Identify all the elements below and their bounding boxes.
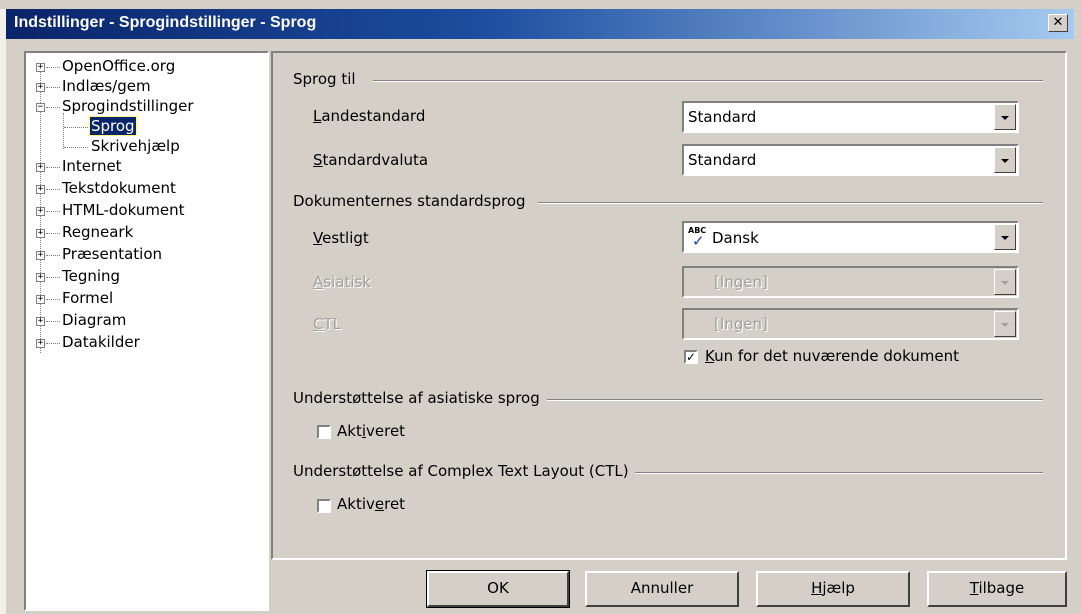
- cancel-button[interactable]: Annuller: [585, 571, 739, 607]
- locale-label: Landestandard: [313, 107, 426, 125]
- group-title-ctl-support: Understøttelse af Complex Text Layout (C…: [293, 462, 635, 480]
- tree-item-label: HTML-dokument: [62, 201, 185, 219]
- tree-item-label: Tekstdokument: [62, 179, 176, 197]
- close-button[interactable]: ✕: [1048, 14, 1068, 32]
- tree-item-label: Diagram: [62, 311, 127, 329]
- tree-connector: [46, 107, 60, 108]
- tree-item-label: Regneark: [62, 223, 134, 241]
- tree-item-label: OpenOffice.org: [62, 57, 176, 75]
- chevron-down-icon[interactable]: [994, 104, 1016, 130]
- tree-connector: [46, 321, 60, 322]
- ctl-language-select: [Ingen]: [682, 308, 1019, 340]
- expand-icon[interactable]: +: [36, 339, 45, 348]
- expand-icon[interactable]: +: [36, 273, 45, 282]
- expand-icon[interactable]: +: [36, 207, 45, 216]
- tree-connector: [46, 211, 60, 212]
- locale-select[interactable]: Standard: [682, 101, 1019, 133]
- spellcheck-abc-icon: ABC ✓: [688, 226, 707, 250]
- currency-value: Standard: [688, 151, 757, 169]
- tree-connector: [46, 189, 60, 190]
- group-title-default-languages: Dokumenternes standardsprog: [293, 192, 532, 210]
- tree-item-label: Indlæs/gem: [62, 77, 151, 95]
- ctl-value: [Ingen]: [714, 315, 768, 333]
- title-bar[interactable]: Indstillinger - Sprogindstillinger - Spr…: [6, 9, 1074, 39]
- group-separator: [538, 202, 1043, 204]
- group-title-asian-support: Understøttelse af asiatiske sprog: [293, 389, 546, 407]
- help-button[interactable]: Hjælp: [756, 571, 910, 607]
- tree-item-label: Sprog: [89, 116, 137, 136]
- tree-item-label: Tegning: [62, 267, 121, 285]
- tree-connector: [46, 299, 60, 300]
- expand-icon[interactable]: +: [36, 295, 45, 304]
- tree-connector: [46, 277, 60, 278]
- tree-connector: [46, 67, 60, 68]
- tree-connector: [46, 167, 60, 168]
- window-title: Indstillinger - Sprogindstillinger - Spr…: [14, 14, 317, 31]
- tree-connector: [46, 343, 60, 344]
- asian-label: Asiatisk: [313, 273, 371, 291]
- tree-connector: [64, 127, 88, 128]
- ctl-enabled-label[interactable]: Aktiveret: [337, 495, 405, 513]
- ok-button[interactable]: OK: [426, 570, 570, 608]
- group-separator: [635, 472, 1043, 474]
- asian-language-select: [Ingen]: [682, 266, 1019, 298]
- collapse-icon[interactable]: −: [36, 103, 45, 112]
- current-document-only-checkbox[interactable]: ✓: [684, 350, 698, 364]
- chevron-down-icon[interactable]: [994, 224, 1016, 250]
- settings-panel: Sprog til Landestandard Standard Standar…: [271, 51, 1067, 560]
- close-icon: ✕: [1052, 15, 1064, 30]
- western-language-select[interactable]: ABC ✓ Dansk: [682, 221, 1019, 253]
- currency-select[interactable]: Standard: [682, 144, 1019, 176]
- group-separator: [547, 399, 1043, 401]
- tree-item-label: Internet: [62, 157, 122, 175]
- expand-icon[interactable]: +: [36, 251, 45, 260]
- asian-value: [Ingen]: [714, 273, 768, 291]
- tree-connector: [46, 233, 60, 234]
- ctl-label: CTL: [313, 315, 342, 333]
- expand-icon[interactable]: +: [36, 63, 45, 72]
- expand-icon[interactable]: +: [36, 163, 45, 172]
- chevron-down-icon: [994, 311, 1016, 337]
- expand-icon[interactable]: +: [36, 185, 45, 194]
- asian-enabled-checkbox[interactable]: [317, 425, 331, 439]
- group-title-language-for: Sprog til: [293, 70, 362, 88]
- tree-item-label: Datakilder: [62, 333, 140, 351]
- expand-icon[interactable]: +: [36, 317, 45, 326]
- tree-item-label: Formel: [62, 289, 114, 307]
- asian-enabled-label[interactable]: Aktiveret: [337, 422, 405, 440]
- ctl-enabled-checkbox[interactable]: [317, 499, 331, 513]
- tree-connector: [64, 147, 88, 148]
- tree-item-label: Skrivehjælp: [91, 137, 180, 155]
- tree-connector: [46, 87, 60, 88]
- chevron-down-icon[interactable]: [994, 147, 1016, 173]
- expand-icon[interactable]: +: [36, 83, 45, 92]
- current-document-only-label[interactable]: Kun for det nuværende dokument: [705, 347, 959, 365]
- tree-connector: [63, 113, 64, 149]
- tree-item-label: Sprogindstillinger: [62, 97, 194, 115]
- western-label: Vestligt: [313, 229, 369, 247]
- tree-connector: [46, 255, 60, 256]
- group-separator: [373, 80, 1043, 82]
- locale-value: Standard: [688, 108, 757, 126]
- window-edge: [0, 9, 6, 614]
- currency-label: Standardvaluta: [313, 151, 429, 169]
- expand-icon[interactable]: +: [36, 229, 45, 238]
- western-value-wrap: ABC ✓ Dansk: [688, 226, 759, 250]
- western-value: Dansk: [712, 229, 759, 247]
- options-tree[interactable]: + OpenOffice.org + Indlæs/gem − Sprogind…: [24, 51, 269, 611]
- back-button[interactable]: Tilbage: [927, 571, 1067, 607]
- chevron-down-icon: [994, 269, 1016, 295]
- checkmark-icon: ✓: [686, 350, 697, 364]
- tree-item-label: Præsentation: [62, 245, 163, 263]
